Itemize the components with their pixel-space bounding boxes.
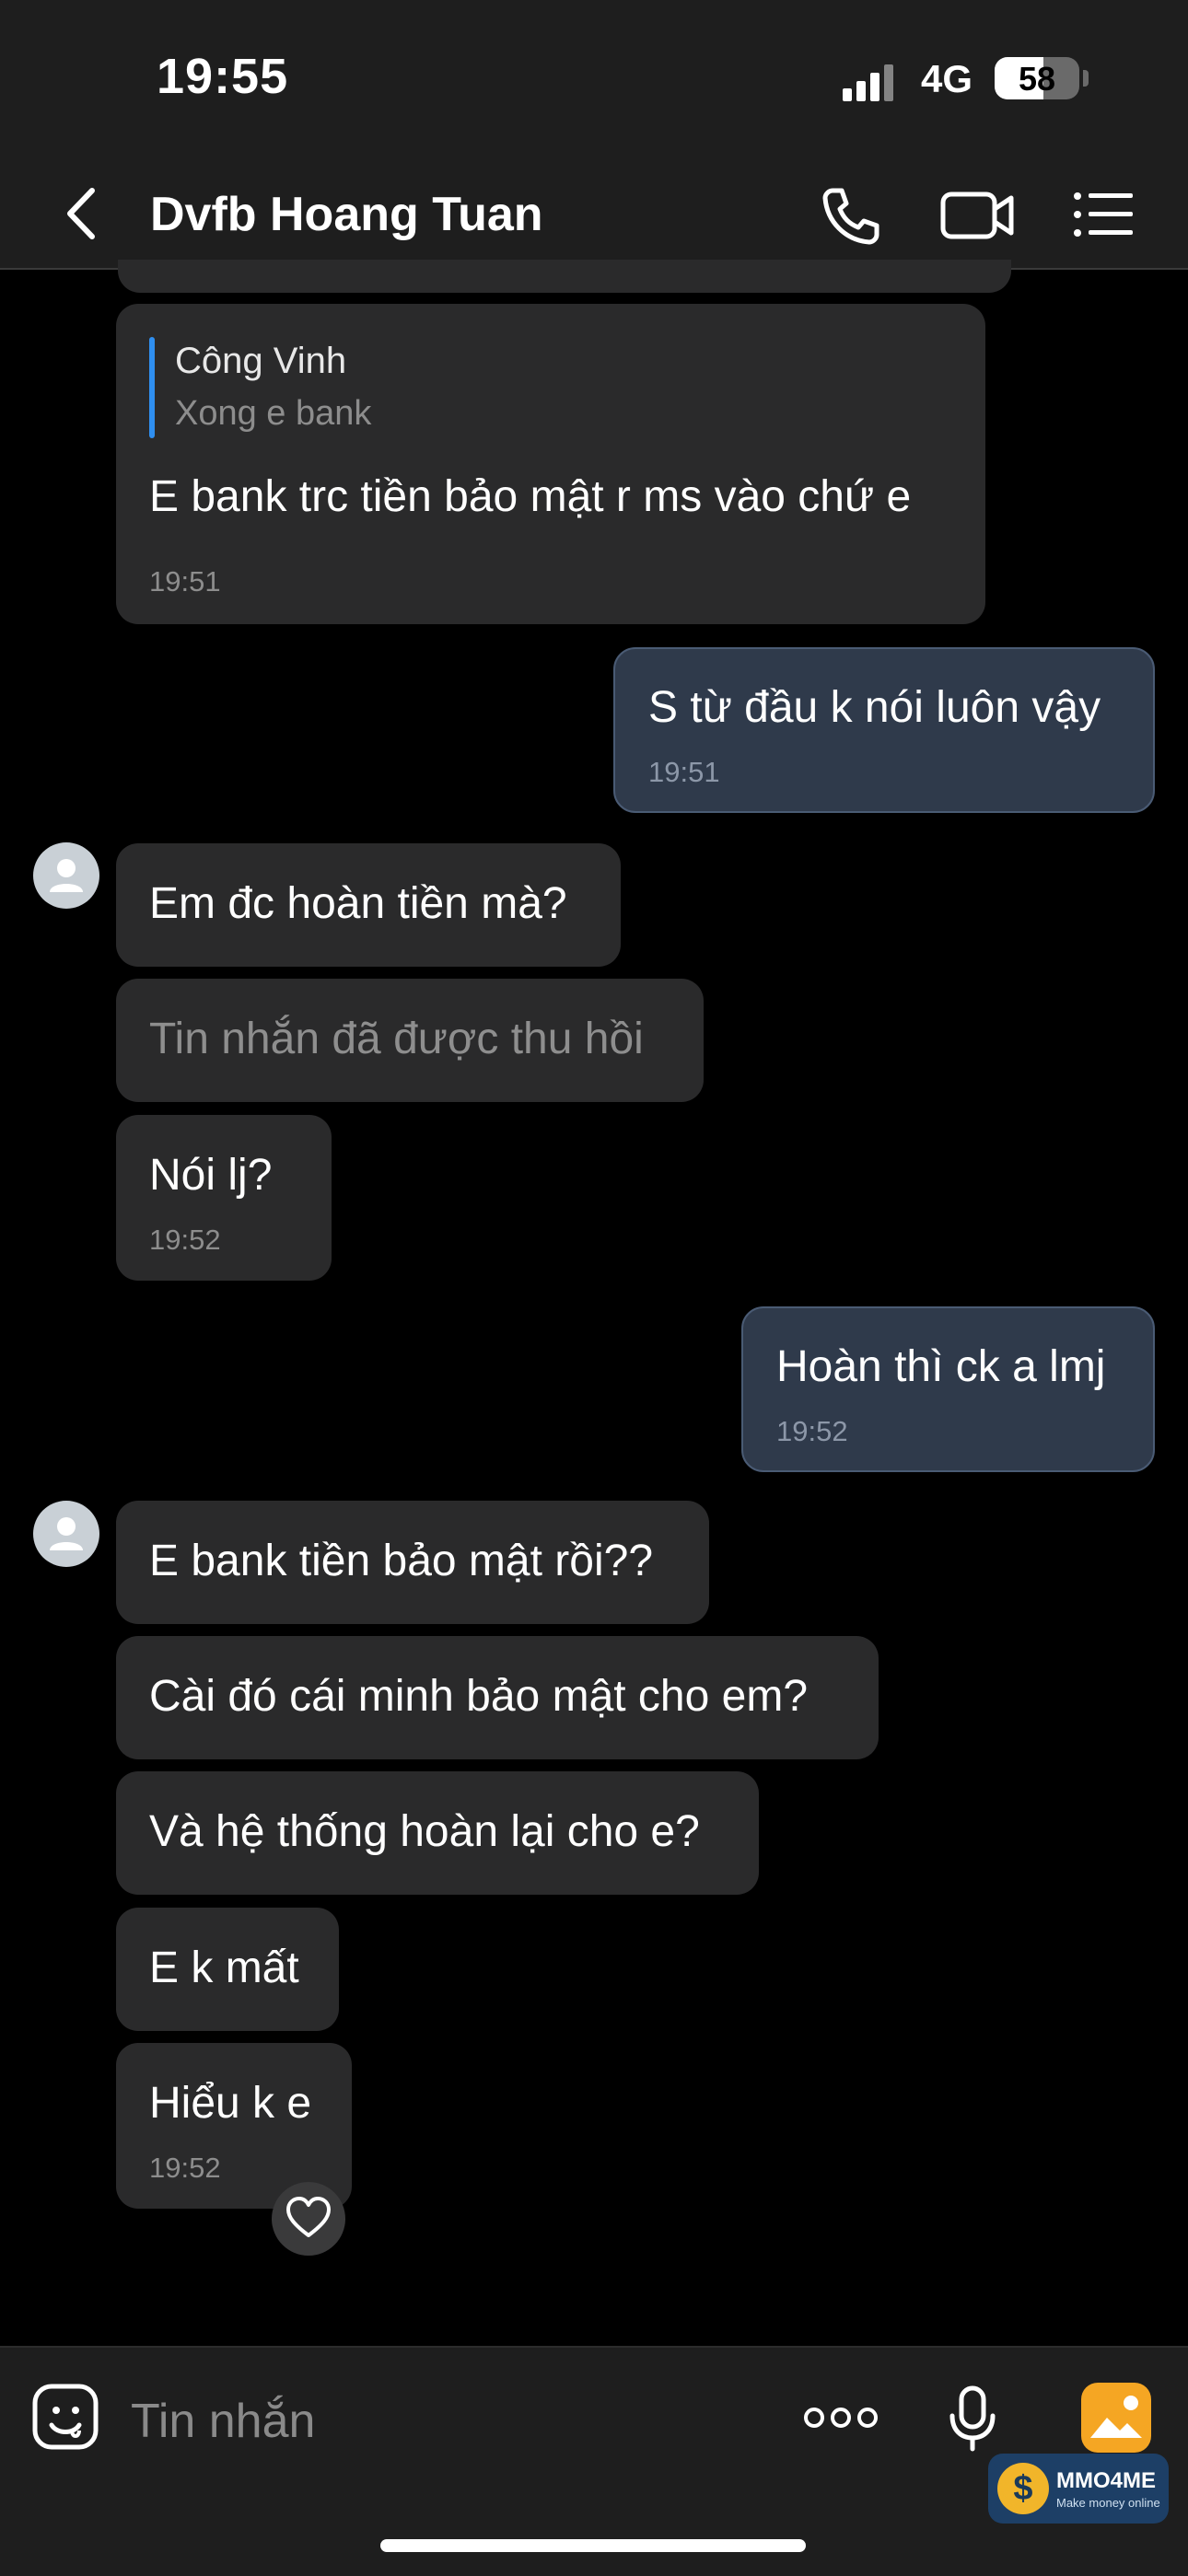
- watermark-title: MMO4ME: [1056, 2468, 1156, 2493]
- back-icon[interactable]: [55, 180, 111, 248]
- battery-icon: 58: [995, 57, 1079, 99]
- reaction-heart-icon[interactable]: [272, 2182, 345, 2256]
- recalled-message-text: Tin nhắn đã được thu hồi: [149, 1015, 644, 1063]
- home-indicator[interactable]: [380, 2539, 806, 2552]
- phone-icon[interactable]: [812, 178, 886, 251]
- message-text: Em đc hoàn tiền mà?: [149, 879, 567, 928]
- message-time: 19:51: [648, 756, 720, 788]
- video-call-icon[interactable]: [939, 178, 1017, 251]
- message-text: Hiểu k e: [149, 2079, 312, 2128]
- message-time: 19:52: [149, 1224, 221, 1256]
- message-text: E k mất: [149, 1944, 299, 1992]
- status-time: 19:55: [157, 49, 289, 104]
- message-text: Nói lj?: [149, 1151, 273, 1200]
- menu-list-icon[interactable]: [1068, 178, 1142, 251]
- network-type: 4G: [921, 57, 973, 100]
- image-icon[interactable]: [1079, 2381, 1153, 2454]
- message-text: Và hệ thống hoàn lại cho e?: [149, 1807, 700, 1856]
- message-bubble-outgoing[interactable]: S từ đầu k nói luôn vậy 19:51: [613, 647, 1155, 813]
- avatar[interactable]: [33, 842, 99, 909]
- previous-message-bubble[interactable]: [118, 260, 1011, 293]
- message-bubble-quoted[interactable]: Công Vinh Xong e bank E bank trc tiền bả…: [116, 304, 985, 624]
- message-text: E bank tiền bảo mật rồi??: [149, 1537, 654, 1585]
- message-bubble[interactable]: Cài đó cái minh bảo mật cho em?: [116, 1636, 879, 1759]
- microphone-icon[interactable]: [934, 2379, 1011, 2456]
- message-bubble[interactable]: Nói lj? 19:52: [116, 1115, 332, 1281]
- battery-level: 58: [1018, 60, 1056, 98]
- message-text: S từ đầu k nói luôn vậy: [648, 683, 1101, 732]
- message-text: Hoàn thì ck a lmj: [776, 1342, 1106, 1391]
- watermark-subtitle: Make money online: [1056, 2496, 1160, 2510]
- message-bubble[interactable]: E k mất: [116, 1908, 339, 2031]
- watermark-logo: $ MMO4ME Make money online: [988, 2454, 1169, 2524]
- message-time: 19:52: [149, 2152, 221, 2184]
- status-bar: 19:55 4G 58: [0, 0, 1188, 161]
- message-bubble[interactable]: Và hệ thống hoàn lại cho e?: [116, 1771, 759, 1895]
- quote-text: Xong e bank: [175, 394, 372, 433]
- message-input[interactable]: [129, 2388, 722, 2454]
- battery-tip: [1083, 70, 1089, 87]
- dollar-coin-icon: $: [997, 2463, 1049, 2514]
- signal-icon: [843, 64, 894, 101]
- message-text: Cài đó cái minh bảo mật cho em?: [149, 1672, 809, 1721]
- quote-sender: Công Vinh: [175, 341, 347, 381]
- message-bubble-outgoing[interactable]: Hoàn thì ck a lmj 19:52: [741, 1306, 1155, 1472]
- chat-title[interactable]: Dvfb Hoang Tuan: [150, 187, 543, 242]
- message-bubble[interactable]: E bank tiền bảo mật rồi??: [116, 1501, 709, 1624]
- quote-bar: [149, 337, 155, 438]
- emoji-icon[interactable]: [28, 2379, 105, 2456]
- chat-header: Dvfb Hoang Tuan: [0, 161, 1188, 270]
- message-time: 19:51: [149, 565, 221, 598]
- message-time: 19:52: [776, 1415, 848, 1447]
- recalled-message-bubble[interactable]: Tin nhắn đã được thu hồi: [116, 979, 704, 1102]
- message-bubble[interactable]: Em đc hoàn tiền mà?: [116, 843, 621, 967]
- message-text: E bank trc tiền bảo mật r ms vào chứ e: [149, 472, 912, 521]
- avatar[interactable]: [33, 1501, 99, 1567]
- more-icon[interactable]: [799, 2379, 882, 2456]
